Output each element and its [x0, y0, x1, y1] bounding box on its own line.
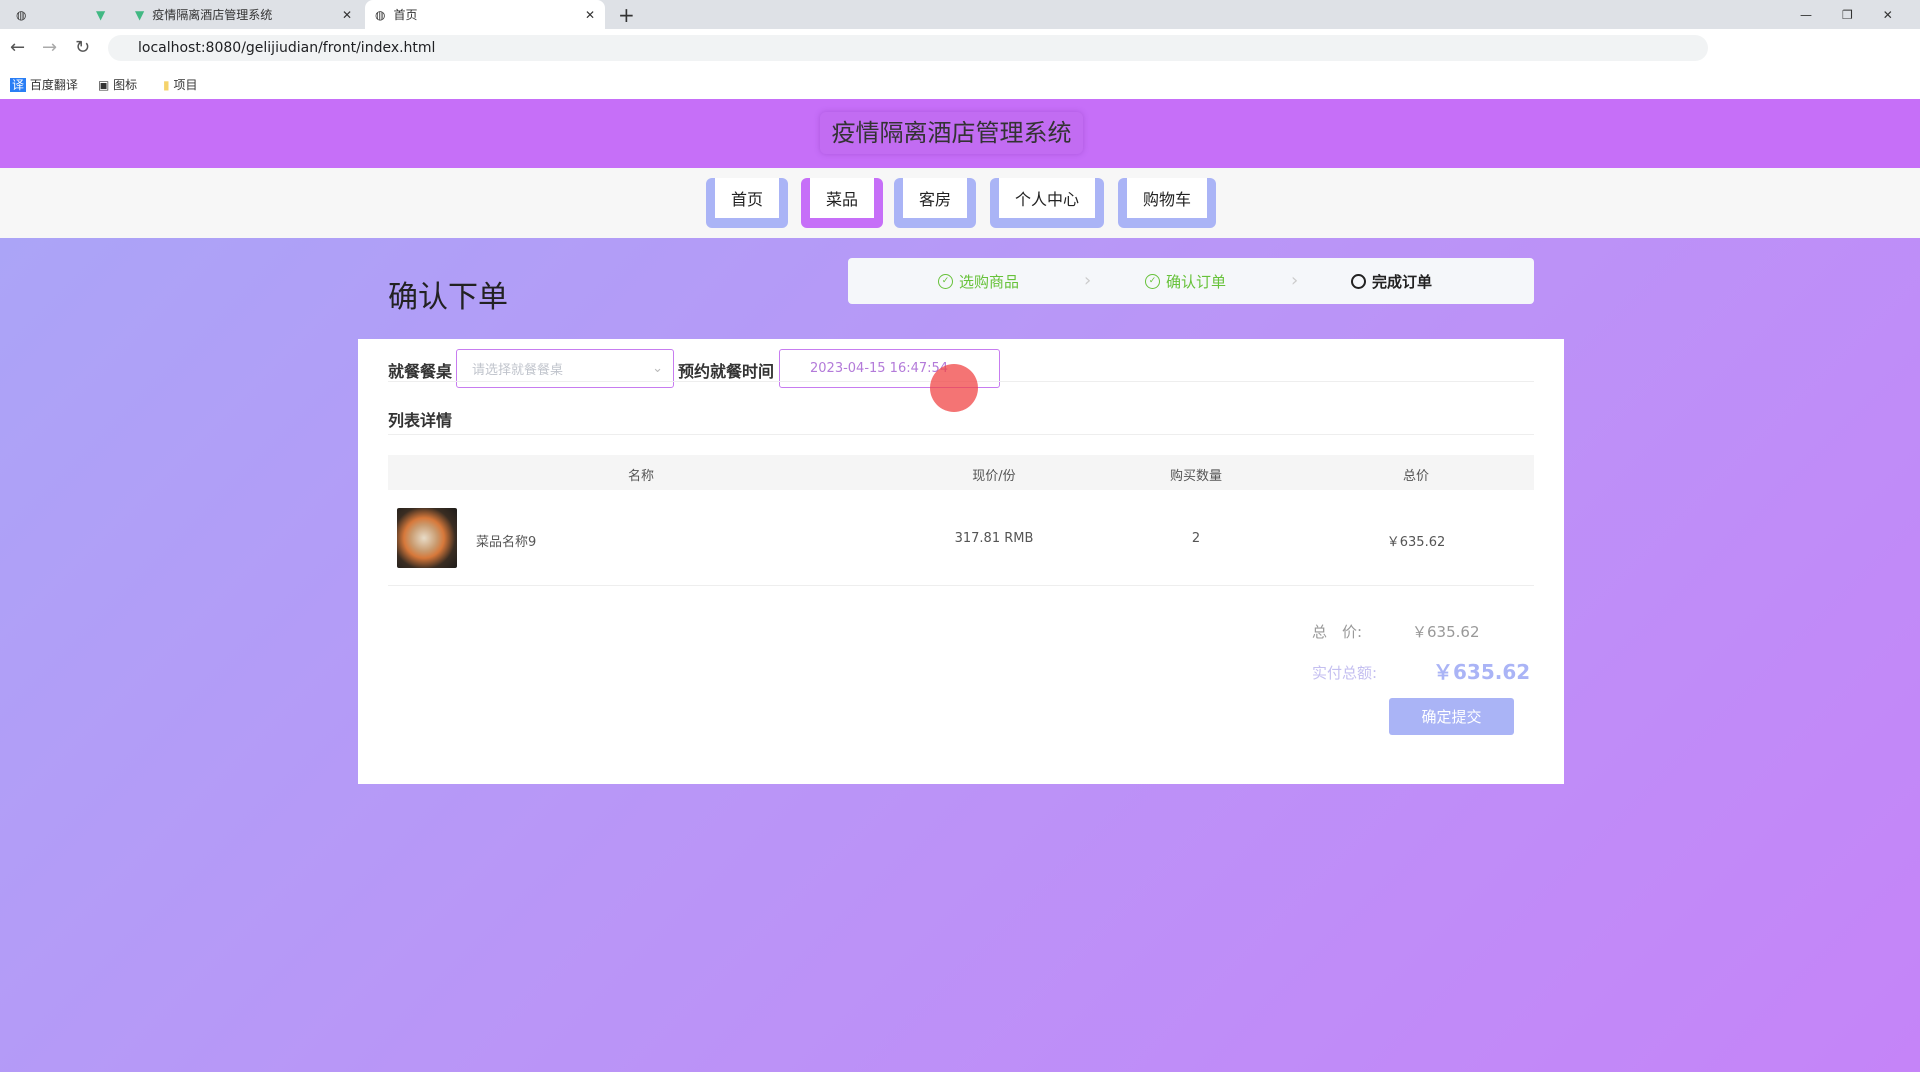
- circle-icon: [1351, 273, 1366, 289]
- pay-label: 实付总额:: [1312, 664, 1378, 682]
- check-circle-icon: ✓: [938, 273, 953, 289]
- check-circle-icon: ✓: [1145, 273, 1160, 289]
- nav-cart[interactable]: 购物车: [1118, 178, 1216, 228]
- tab-title: 首页: [393, 8, 418, 22]
- nav-label: 首页: [715, 178, 779, 218]
- globe-icon: ◍: [375, 7, 386, 22]
- table-label: 就餐餐桌: [388, 362, 453, 381]
- bookmark-project[interactable]: ▮ 项目: [163, 76, 197, 93]
- bookmark-baidu-translate[interactable]: 译 百度翻译: [10, 76, 78, 93]
- divider: [388, 434, 1534, 435]
- header-qty: 购买数量: [1169, 469, 1223, 484]
- new-tab-button[interactable]: +: [618, 0, 635, 29]
- tab-title: 疫情隔离酒店管理系统: [152, 8, 273, 22]
- step-label: 选购商品: [959, 272, 1020, 291]
- table-select[interactable]: 请选择就餐餐桌 ⌄: [456, 349, 674, 388]
- chevron-right-icon: ›: [1084, 270, 1092, 291]
- tab-home[interactable]: ◍ 首页 ✕: [365, 0, 605, 29]
- bookmarks-bar: 译 百度翻译 ▣ 图标 ▮ 项目: [0, 67, 1920, 99]
- step-label: 完成订单: [1372, 272, 1433, 291]
- page-title: 确认下单: [388, 280, 508, 315]
- vue-icon[interactable]: ▼: [96, 0, 105, 29]
- nav-label: 客房: [903, 178, 967, 218]
- nav-label: 个人中心: [999, 178, 1095, 218]
- back-icon[interactable]: ←: [10, 37, 25, 58]
- total-label: 总 价:: [1312, 623, 1363, 641]
- table-header: 名称 现价/份 购买数量 总价: [388, 455, 1534, 490]
- dish-total: ￥635.62: [1386, 535, 1446, 550]
- table-placeholder: 请选择就餐餐桌: [472, 363, 564, 378]
- url-input[interactable]: localhost:8080/gelijiudian/front/index.h…: [108, 35, 1708, 61]
- nav-dishes[interactable]: 菜品: [801, 178, 883, 228]
- step-label: 确认订单: [1166, 272, 1227, 291]
- dish-qty: 2: [1191, 531, 1201, 546]
- restore-icon[interactable]: ❐: [1842, 8, 1853, 22]
- step-select: ✓ 选购商品: [938, 258, 1019, 304]
- bookmark-label: 项目: [173, 78, 198, 92]
- bookmark-label: 图标: [113, 78, 138, 92]
- translate-icon: 译: [10, 78, 27, 92]
- total-value: ￥635.62: [1412, 623, 1480, 641]
- header-total: 总价: [1402, 469, 1430, 484]
- step-confirm: ✓ 确认订单: [1145, 258, 1226, 304]
- order-steps: ✓ 选购商品 › ✓ 确认订单 › 完成订单: [848, 258, 1534, 304]
- chevron-right-icon: ›: [1291, 270, 1299, 291]
- close-window-icon[interactable]: ✕: [1883, 8, 1893, 22]
- time-value: 2023-04-15 16:47:54: [810, 361, 949, 376]
- nav-label: 购物车: [1127, 178, 1207, 218]
- bookmark-label: 百度翻译: [29, 78, 78, 92]
- vue-icon: ▼: [135, 7, 145, 22]
- nav-home[interactable]: 首页: [706, 178, 788, 228]
- time-label: 预约就餐时间: [678, 362, 775, 381]
- flag-icon: ▣: [98, 78, 110, 92]
- close-icon[interactable]: ✕: [585, 8, 605, 22]
- header-name: 名称: [627, 469, 655, 484]
- pay-value: ￥635.62: [1433, 660, 1531, 684]
- mouse-cursor-highlight: [930, 364, 978, 412]
- reload-icon[interactable]: ↻: [75, 37, 90, 58]
- nav-rooms[interactable]: 客房: [894, 178, 976, 228]
- globe-icon[interactable]: ◍: [16, 0, 26, 29]
- dish-price: 317.81 RMB: [954, 531, 1034, 546]
- nav-profile[interactable]: 个人中心: [990, 178, 1104, 228]
- forward-icon[interactable]: →: [42, 37, 57, 58]
- tab-hotel[interactable]: ▼ 疫情隔离酒店管理系统 ✕: [135, 0, 360, 29]
- step-complete: 完成订单: [1351, 258, 1432, 304]
- submit-button[interactable]: 确定提交: [1389, 698, 1514, 735]
- dish-name: 菜品名称9: [476, 535, 537, 550]
- close-icon[interactable]: ✕: [342, 8, 360, 22]
- list-title: 列表详情: [388, 411, 453, 430]
- window-controls[interactable]: — ❐ ✕: [1800, 0, 1893, 29]
- header-price: 现价/份: [972, 469, 1016, 484]
- nav-label: 菜品: [810, 178, 874, 218]
- bookmark-icons[interactable]: ▣ 图标: [98, 76, 137, 93]
- folder-icon: ▮: [163, 78, 170, 92]
- site-title: 疫情隔离酒店管理系统: [820, 112, 1083, 154]
- dish-image: [397, 508, 457, 568]
- minimize-icon[interactable]: —: [1800, 8, 1812, 22]
- browser-tab-bar: ◍ ▼ ▼ 疫情隔离酒店管理系统 ✕ ◍ 首页 ✕ + — ❐ ✕: [0, 0, 1920, 29]
- chevron-down-icon: ⌄: [652, 361, 663, 376]
